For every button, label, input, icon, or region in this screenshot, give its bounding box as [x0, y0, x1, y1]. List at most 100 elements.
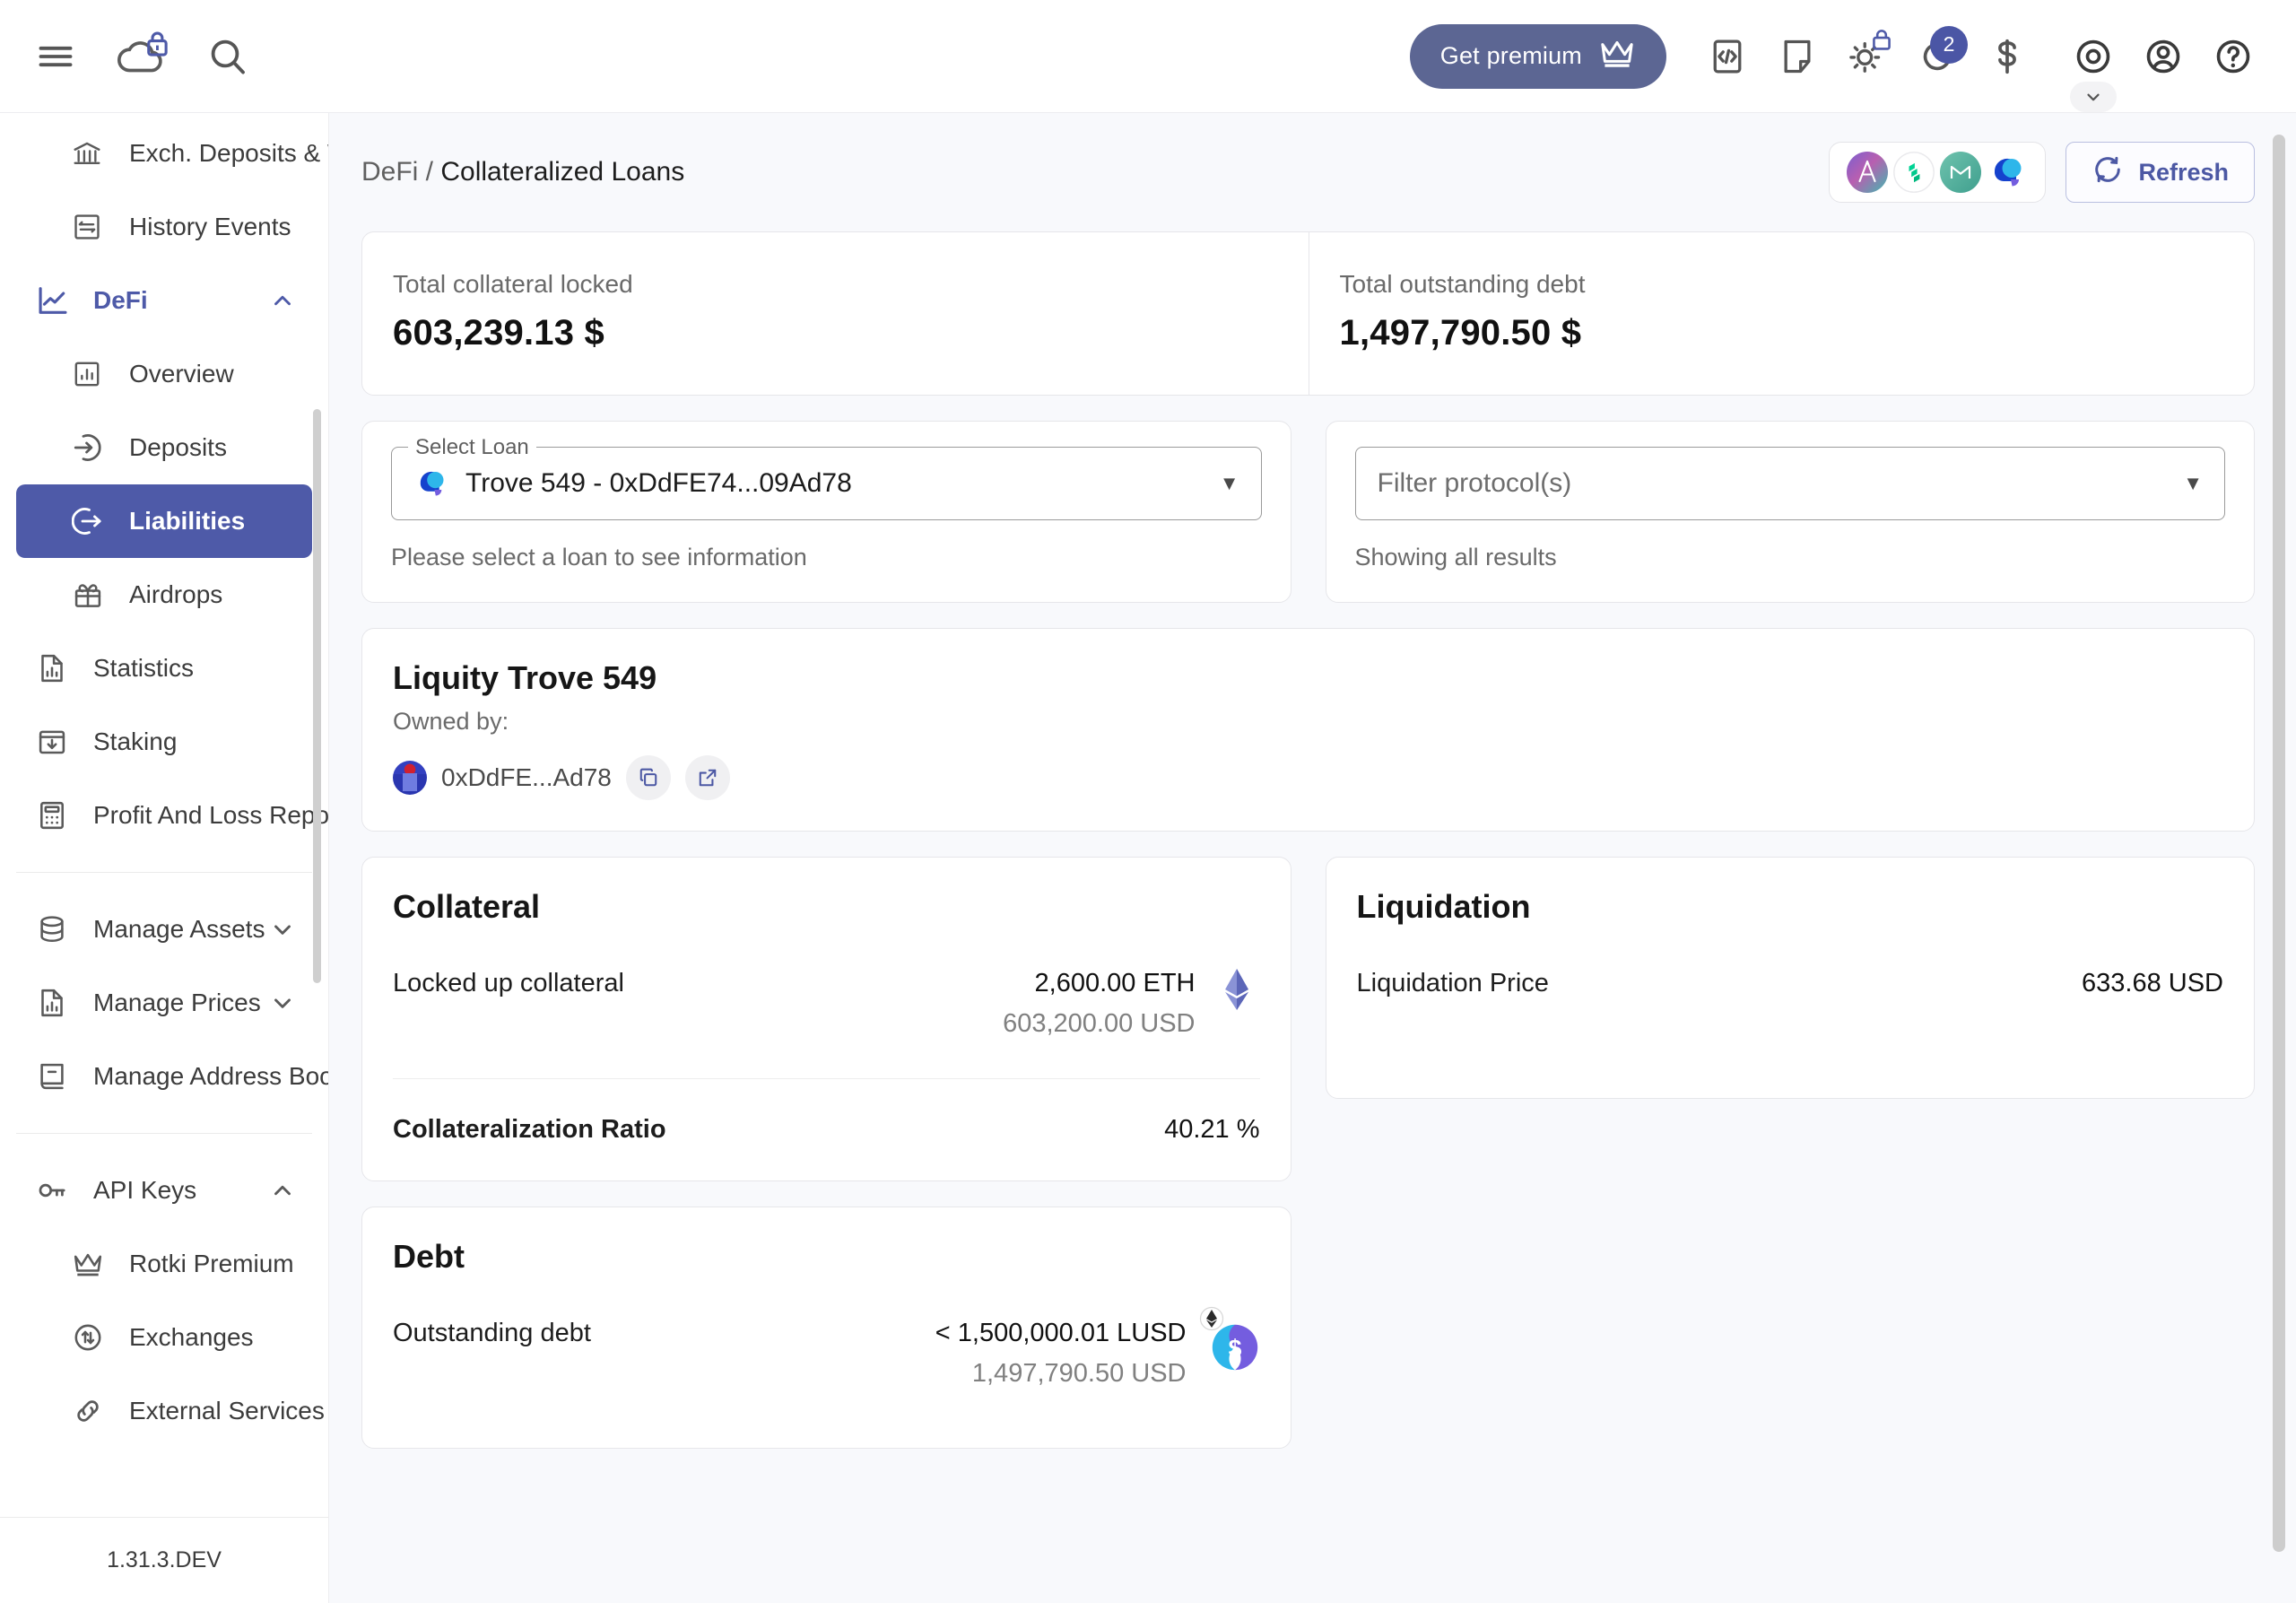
body-row: Exch. Deposits & Withdrawals History Eve…: [0, 113, 2296, 1603]
external-link-icon[interactable]: [684, 755, 730, 800]
sidebar-item-manage-assets[interactable]: Manage Assets: [16, 893, 312, 966]
file-chart-icon: [36, 987, 75, 1019]
chevron-down-icon[interactable]: [2070, 81, 2117, 112]
protocol-filter-hint: Showing all results: [1354, 544, 1557, 571]
sidebar-item-label: Exch. Deposits & Withdrawals: [129, 139, 328, 167]
makerdao-protocol-icon[interactable]: [1940, 152, 1982, 193]
breadcrumb-separator: /: [418, 157, 441, 187]
sidebar-item-profit-and-loss-report[interactable]: Profit And Loss Report: [16, 779, 328, 852]
chevron-down-icon[interactable]: [269, 989, 296, 1016]
sidebar-item-manage-prices[interactable]: Manage Prices: [16, 966, 312, 1040]
developer-mode-icon[interactable]: [1695, 24, 1760, 89]
sidebar-item-label: Manage Address Book: [93, 1062, 328, 1090]
collateral-title: Collateral: [393, 888, 541, 925]
sidebar-item-overview[interactable]: Overview: [16, 337, 312, 411]
outstanding-debt-values: < 1,500,000.01 LUSD 1,497,790.50 USD: [935, 1319, 1187, 1389]
sidebar-item-label: Statistics: [93, 654, 195, 682]
bank-icon: [72, 138, 111, 169]
sidebar-item-deposits[interactable]: Deposits: [16, 411, 312, 484]
refresh-label: Refresh: [2138, 158, 2229, 186]
left-column: Collateral Locked up collateral 2,600.00…: [361, 857, 1292, 1449]
chevron-down-icon[interactable]: [269, 916, 296, 943]
app-version: 1.31.3.DEV: [0, 1517, 328, 1603]
trove-title: Liquity Trove 549: [393, 659, 657, 696]
sidebar-item-staking[interactable]: Staking: [16, 705, 312, 779]
sidebar-item-label: DeFi: [93, 286, 148, 314]
chevron-up-icon[interactable]: [269, 1177, 296, 1204]
locked-collateral-row: Locked up collateral 2,600.00 ETH 603,20…: [393, 969, 1260, 1039]
sidebar-item-api-keys[interactable]: API Keys: [16, 1154, 312, 1227]
sidebar-item-external-services[interactable]: External Services: [16, 1374, 325, 1448]
collateralization-ratio-label: Collateralization Ratio: [393, 1115, 666, 1144]
key-icon: [36, 1174, 75, 1207]
aave-protocol-icon[interactable]: [1847, 152, 1889, 193]
sidebar-item-label: Manage Assets: [93, 915, 265, 943]
locked-collateral-amount: 2,600.00 ETH: [1034, 969, 1196, 998]
topbar-left-group: [23, 24, 260, 89]
sync-status-icon[interactable]: 2: [1905, 24, 1970, 89]
totals-card: Total collateral locked 603,239.13 $ Tot…: [361, 231, 2255, 396]
help-icon[interactable]: [2201, 24, 2266, 89]
refresh-button[interactable]: Refresh: [2066, 142, 2255, 203]
outstanding-debt-label: Outstanding debt: [393, 1319, 591, 1347]
top-app-bar: Get premium 2: [0, 0, 2296, 113]
collateral-divider: [393, 1078, 1260, 1079]
sidebar-item-defi[interactable]: DeFi: [16, 264, 312, 337]
sidebar-item-label: History Events: [129, 213, 291, 240]
chevron-down-icon[interactable]: ▼: [1220, 472, 1239, 495]
chevron-up-icon[interactable]: [269, 287, 296, 314]
rotki-cloud-logo-icon[interactable]: [104, 24, 179, 89]
sidebar-navigation: Exch. Deposits & Withdrawals History Eve…: [0, 113, 329, 1603]
loan-select[interactable]: Select Loan Trove 549 - 0xDdFE74...09Ad7…: [391, 435, 1262, 520]
privacy-mode-icon[interactable]: [2061, 24, 2126, 112]
link-chain-icon: [72, 1395, 111, 1427]
breadcrumb: DeFi / Collateralized Loans: [361, 157, 684, 187]
protocol-filter-input[interactable]: Filter protocol(s) ▼: [1354, 447, 2225, 520]
sidebar-item-exch-deposits-withdrawals[interactable]: Exch. Deposits & Withdrawals: [16, 117, 328, 190]
trove-summary-card: Liquity Trove 549 Owned by: 0xDdFE...Ad7…: [361, 628, 2255, 832]
sidebar-item-rotki-premium[interactable]: Rotki Premium: [16, 1227, 312, 1301]
sidebar-item-exchanges[interactable]: Exchanges: [16, 1301, 312, 1374]
breadcrumb-current: Collateralized Loans: [440, 157, 685, 187]
page-header: DeFi / Collateralized Loans Refresh: [361, 113, 2255, 231]
notification-count-badge: 2: [1930, 25, 1968, 64]
account-icon[interactable]: [2131, 24, 2196, 89]
search-icon[interactable]: [196, 24, 260, 89]
outstanding-debt-usd: 1,497,790.50 USD: [971, 1359, 1187, 1388]
gift-icon: [72, 579, 111, 611]
copy-icon[interactable]: [625, 755, 671, 800]
selectors-row: Select Loan Trove 549 - 0xDdFE74...09Ad7…: [361, 421, 2255, 603]
sidebar-item-liabilities[interactable]: Liabilities: [16, 484, 312, 558]
currency-icon[interactable]: [1975, 24, 2039, 89]
crown-icon: [1598, 38, 1636, 74]
sidebar-item-label: Exchanges: [129, 1323, 254, 1351]
arrow-into-circle-icon: [72, 431, 111, 464]
theme-toggle-icon[interactable]: [1835, 24, 1900, 89]
locked-collateral-label: Locked up collateral: [393, 969, 624, 998]
sidebar-scrollbar[interactable]: [313, 409, 321, 983]
sidebar-item-statistics[interactable]: Statistics: [16, 632, 312, 705]
liquidation-price-row: Liquidation Price 633.68 USD: [1357, 969, 2224, 998]
get-premium-button[interactable]: Get premium: [1409, 23, 1666, 89]
outstanding-debt-amount: < 1,500,000.01 LUSD: [935, 1319, 1187, 1347]
hamburger-menu-icon[interactable]: [23, 24, 88, 89]
chevron-down-icon[interactable]: ▼: [2183, 472, 2203, 495]
protocol-icon-group: [1829, 142, 2047, 203]
sidebar-item-airdrops[interactable]: Airdrops: [16, 558, 312, 632]
sidebar-item-label: Overview: [129, 360, 234, 388]
debt-card: Debt Outstanding debt < 1,500,000.01 LUS…: [361, 1207, 1292, 1449]
file-chart-icon: [36, 652, 75, 684]
database-icon: [36, 913, 75, 945]
compound-protocol-icon[interactable]: [1893, 152, 1935, 193]
sidebar-item-manage-address-book[interactable]: Manage Address Book: [16, 1040, 328, 1113]
trove-owner-address: 0xDdFE...Ad78: [441, 763, 612, 791]
main-scrollbar[interactable]: [2273, 135, 2285, 1552]
notes-icon[interactable]: [1765, 24, 1830, 89]
liquity-protocol-icon[interactable]: [1987, 152, 2028, 193]
sidebar-item-label: Airdrops: [129, 580, 223, 608]
breadcrumb-root[interactable]: DeFi: [361, 157, 418, 187]
total-label: Total collateral locked: [393, 270, 633, 298]
loan-select-value-wrap: Trove 549 - 0xDdFE74...09Ad78: [413, 466, 852, 501]
sidebar-item-history-events[interactable]: History Events: [16, 190, 312, 264]
total-value: 603,239.13 $: [393, 313, 604, 353]
